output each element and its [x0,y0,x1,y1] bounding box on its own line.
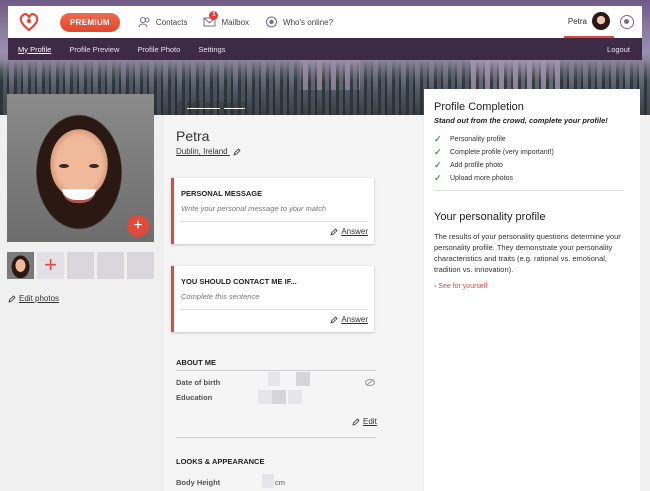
nav-contacts-label: Contacts [155,17,188,27]
check-icon: ✓ [434,134,442,144]
contact-me-if-card: YOU SHOULD CONTACT ME IF... Complete thi… [171,266,374,332]
redacted-value [288,390,302,404]
checklist-item[interactable]: ✓ Personality profile [434,134,640,144]
looks-appearance-heading: LOOKS & APPEARANCE [176,457,265,466]
tab-profile-photo[interactable]: Profile Photo [137,43,180,56]
card-title: YOU SHOULD CONTACT ME IF... [181,277,297,286]
personal-message-card: PERSONAL MESSAGE Write your personal mes… [171,178,374,244]
redacted-value [296,372,310,386]
answer-link[interactable]: Answer [330,315,368,324]
redacted-value [258,390,272,404]
edit-background-label: Edit background [187,100,245,109]
location-label: Dublin, Ireland [176,147,228,156]
tab-my-profile[interactable]: My Profile [18,43,51,56]
checklist-label: Complete profile (very important!) [450,148,554,156]
pencil-icon [330,228,338,236]
nav-mailbox[interactable]: 1 Mailbox [203,11,250,28]
divider [181,309,368,310]
about-me-heading: ABOUT ME [176,358,216,367]
date-of-birth-label: Date of birth [176,378,221,387]
photo-thumbnails: + [7,252,154,279]
card-placeholder[interactable]: Write your personal message to your matc… [181,204,374,213]
avatar [592,12,610,30]
photo-eye [89,164,99,168]
visibility-icon[interactable] [620,15,634,29]
divider [176,437,376,438]
completion-checklist: ✓ Personality profile ✓ Complete profile (… [434,134,640,183]
edit-label: Edit [363,417,377,426]
user-menu[interactable]: Petra [563,6,614,38]
nav-mailbox-label: Mailbox [221,17,250,27]
panel-subtitle: Stand out from the crowd, complete your … [434,116,608,125]
redacted-value [272,390,286,404]
edit-photos-label: Edit photos [19,294,60,303]
tab-settings[interactable]: Settings [198,43,225,56]
add-photo-button[interactable]: + [127,215,149,237]
photo-thumbnail[interactable] [7,252,34,279]
location-link[interactable]: Dublin, Ireland [176,147,244,156]
whos-online-icon [265,16,278,28]
pencil-icon [176,101,184,109]
empty-thumbnail [127,252,154,279]
redacted-value [268,372,280,386]
logout-link[interactable]: Logout [607,45,630,54]
nav-contacts[interactable]: Contacts [138,16,188,28]
card-title: PERSONAL MESSAGE [181,189,263,198]
checklist-label: Add profile photo [450,161,503,169]
sub-nav: My Profile Profile Preview Profile Photo… [8,38,642,60]
top-bar: PREMIUM Contacts 1 Mailbox Who's online?… [8,6,642,38]
check-icon: ✓ [434,173,442,183]
card-placeholder[interactable]: Complete this sentence [181,292,374,301]
checklist-item[interactable]: ✓ Upload more photos [434,173,640,183]
chevron-right-icon: › [434,283,437,290]
divider [181,221,368,222]
mailbox-icon: 1 [203,11,219,28]
edit-background-link[interactable]: Edit background [176,100,245,109]
panel-title: Profile Completion [434,101,524,113]
mailbox-badge: 1 [209,11,219,20]
checklist-item[interactable]: ✓ Add profile photo [434,160,640,170]
checklist-item[interactable]: ✓ Complete profile (very important!) [434,147,640,157]
pencil-icon [233,148,241,156]
check-icon: ✓ [434,147,442,157]
nav-whos-online-label: Who's online? [283,17,334,27]
tab-profile-preview[interactable]: Profile Preview [69,43,119,56]
pencil-icon [8,295,16,303]
logo-icon[interactable] [18,11,40,33]
user-name: Petra [567,16,587,26]
edit-about-link[interactable]: Edit [352,417,377,426]
check-icon: ✓ [434,160,442,170]
checklist-label: Upload more photos [450,174,514,182]
divider [176,370,376,371]
profile-completion-panel: Profile Completion Stand out from the cr… [424,89,640,491]
answer-link[interactable]: Answer [330,227,368,236]
pencil-icon [352,418,360,426]
empty-thumbnail [97,252,124,279]
personality-title: Your personality profile [434,211,546,223]
see-for-yourself-link[interactable]: › See for yourself [434,283,640,290]
add-thumbnail-button[interactable]: + [37,252,64,279]
answer-label: Answer [341,315,368,324]
see-for-yourself-label: See for yourself [438,283,488,290]
nav-whos-online[interactable]: Who's online? [265,16,333,28]
premium-button[interactable]: PREMIUM [60,12,120,32]
body-height-unit: cm [275,478,285,487]
photo-smile [62,189,96,203]
personality-description: The results of your personality question… [434,232,621,274]
pencil-icon [330,316,338,324]
divider [434,190,624,191]
contacts-icon [138,16,151,28]
photo-eye [59,164,69,168]
empty-thumbnail [67,252,94,279]
hidden-eye-icon[interactable] [365,379,375,386]
redacted-value [262,474,274,488]
edit-photos-link[interactable]: Edit photos [8,294,59,303]
profile-name: Petra [176,128,210,144]
answer-label: Answer [341,227,368,236]
body-height-label: Body Height [176,478,221,487]
checklist-label: Personality profile [450,135,506,143]
education-label: Education [176,393,213,402]
